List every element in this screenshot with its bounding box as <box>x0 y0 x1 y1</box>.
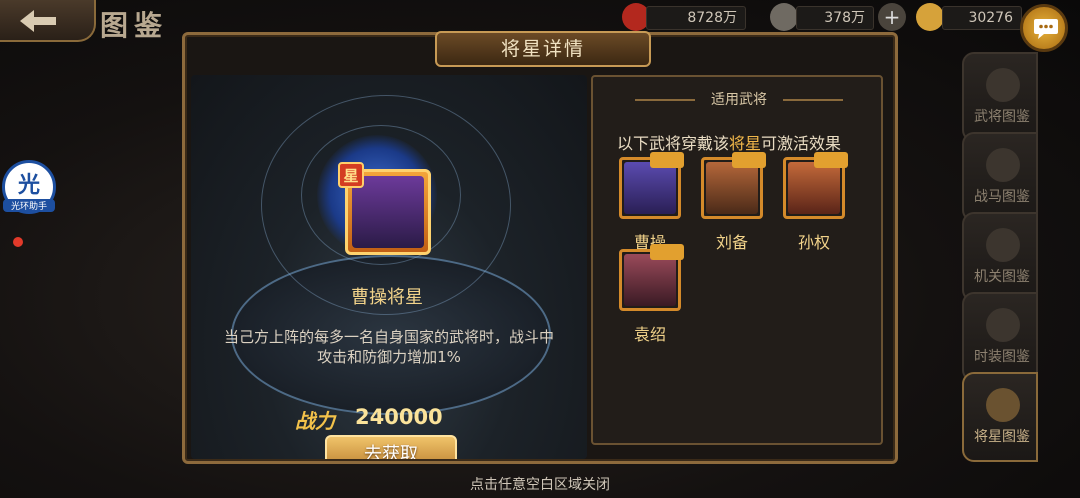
power-value: 240000 <box>355 405 443 429</box>
dragon-icon <box>986 228 1020 262</box>
horse-icon <box>986 148 1020 182</box>
star-badge: 星 <box>338 162 364 188</box>
hero-card-sun-quan[interactable] <box>783 152 848 219</box>
resource-ingot-value: 30276 <box>968 10 1013 26</box>
hero-portrait <box>706 162 758 214</box>
tab-label: 武将图鉴 <box>974 109 1030 125</box>
hero-card-yuan-shao[interactable] <box>619 244 684 311</box>
armor-icon <box>986 308 1020 342</box>
add-coin-icon[interactable]: + <box>878 3 906 31</box>
coin-icon <box>770 3 798 31</box>
rank-badge <box>650 152 684 168</box>
tab-horse-codex[interactable]: 战马图鉴 <box>962 132 1038 222</box>
rank-badge <box>732 152 766 168</box>
ingot-icon <box>916 3 944 31</box>
star-portrait-frame: 星 <box>338 162 431 255</box>
hero-name: 袁绍 <box>633 325 666 344</box>
tab-label: 战马图鉴 <box>974 189 1030 205</box>
close-hint[interactable]: 点击任意空白区域关闭 <box>0 474 1080 494</box>
page-title: 图鉴 <box>100 9 169 42</box>
rank-badge <box>814 152 848 168</box>
star-detail-dialog: 将星详情 星 曹操将星 当己方上阵的每多一名自身国家的武将时，战斗中攻击和防御力… <box>182 31 898 464</box>
tab-label: 机关图鉴 <box>974 269 1030 285</box>
helper-label: 光环助手 <box>3 199 55 212</box>
notification-dot <box>13 237 23 247</box>
desc-prefix: 以下武将穿戴该 <box>617 134 730 153</box>
star-icon <box>986 388 1020 422</box>
halo-helper-button[interactable]: 光 光环助手 <box>2 160 56 214</box>
resource-flag: 8728万 <box>646 6 746 30</box>
applicable-title-text: 适用武将 <box>711 92 767 108</box>
tab-label: 时装图鉴 <box>974 349 1030 365</box>
tab-costume-codex[interactable]: 时装图鉴 <box>962 292 1038 382</box>
desc-highlight: 将星 <box>729 134 762 153</box>
chat-button[interactable] <box>1020 4 1068 52</box>
tab-hero-codex[interactable]: 武将图鉴 <box>962 52 1038 142</box>
back-arrow-icon <box>20 10 56 32</box>
chat-bubble-icon <box>1034 19 1058 39</box>
applicable-heroes-panel: 适用武将 以下武将穿戴该将星可激活效果 曹操 刘备 孙权 袁绍 <box>591 75 883 445</box>
resource-flag-value: 8728万 <box>687 10 737 26</box>
applicable-title: 适用武将 <box>593 89 885 109</box>
hero-card-liu-bei[interactable] <box>701 152 766 219</box>
obtain-button[interactable]: 去获取 <box>325 435 457 459</box>
star-info-panel: 星 曹操将星 当己方上阵的每多一名自身国家的武将时，战斗中攻击和防御力增加1% … <box>191 75 587 459</box>
resource-ingot: 30276 <box>942 6 1022 30</box>
hero-name: 孙权 <box>797 233 830 252</box>
resource-coin: 378万 <box>796 6 874 30</box>
rank-badge <box>650 244 684 260</box>
desc-suffix: 可激活效果 <box>761 134 842 153</box>
dialog-title: 将星详情 <box>435 31 651 67</box>
hero-card-cao-cao[interactable] <box>619 152 684 219</box>
back-button[interactable] <box>0 0 96 42</box>
tab-label: 将星图鉴 <box>974 429 1030 445</box>
star-name: 曹操将星 <box>351 287 423 308</box>
hero-portrait <box>624 254 676 306</box>
helper-logo-text: 光 <box>17 173 40 198</box>
tab-star-codex[interactable]: 将星图鉴 <box>962 372 1038 462</box>
star-effect-text: 当己方上阵的每多一名自身国家的武将时，战斗中攻击和防御力增加1% <box>223 328 554 366</box>
hero-name: 刘备 <box>715 233 748 252</box>
tab-mechanism-codex[interactable]: 机关图鉴 <box>962 212 1038 302</box>
hero-portrait <box>624 162 676 214</box>
taiji-icon <box>986 68 1020 102</box>
applicable-description: 以下武将穿戴该将星可激活效果 <box>617 130 877 154</box>
resource-coin-value: 378万 <box>824 10 865 26</box>
power-label: 战力 <box>295 409 335 433</box>
hero-portrait <box>788 162 840 214</box>
